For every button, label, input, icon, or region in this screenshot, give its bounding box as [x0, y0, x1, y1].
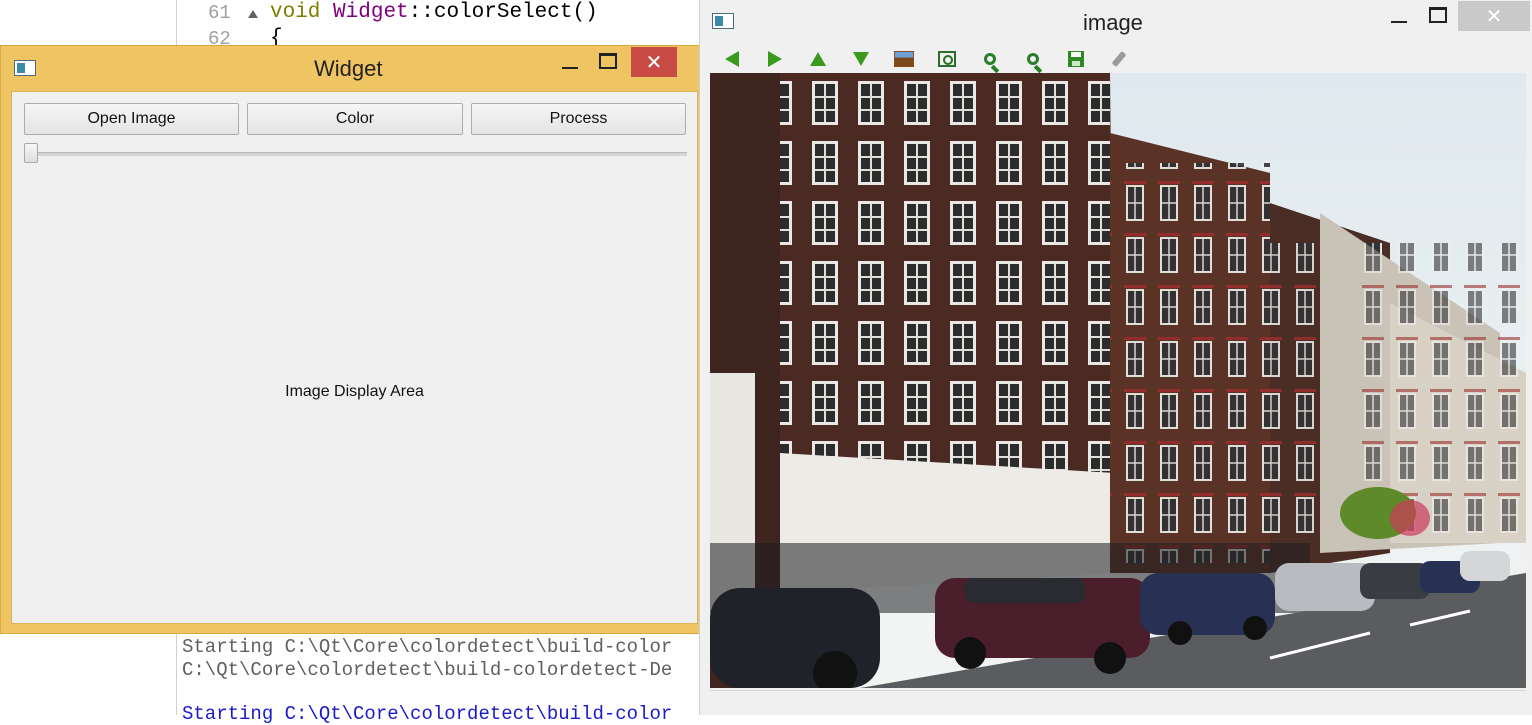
slider-track[interactable] — [24, 152, 687, 156]
image-display-area: Image Display Area — [12, 182, 697, 602]
output-line: Starting C:\Qt\Core\colordetect\build-co… — [182, 703, 673, 725]
app-icon — [712, 13, 734, 29]
street-photo-image — [710, 73, 1526, 688]
status-bar — [710, 690, 1526, 709]
picture-icon[interactable] — [882, 46, 925, 72]
zoom-in-icon[interactable] — [968, 46, 1011, 72]
image-toolbar — [710, 46, 1140, 72]
widget-window: Widget ✕ Open Image Color Process Image … — [0, 45, 708, 634]
maximize-button[interactable] — [585, 46, 631, 76]
widget-titlebar[interactable]: Widget ✕ — [1, 46, 707, 90]
arrow-down-icon[interactable] — [839, 46, 882, 72]
output-line: Starting C:\Qt\Core\colordetect\build-co… — [182, 636, 673, 658]
arrow-left-icon[interactable] — [710, 46, 753, 72]
zoom-fit-icon[interactable] — [925, 46, 968, 72]
code-class-name: Widget — [333, 1, 409, 24]
slider-handle[interactable] — [24, 143, 38, 163]
app-icon — [14, 60, 36, 76]
code-line-61[interactable]: void Widget::colorSelect() — [270, 1, 598, 24]
save-icon[interactable] — [1054, 46, 1097, 72]
image-window: image ✕ — [699, 0, 1532, 715]
window-title: Widget — [314, 56, 383, 81]
brush-icon[interactable] — [1097, 46, 1140, 72]
display-area-label: Image Display Area — [285, 383, 424, 400]
arrow-up-icon[interactable] — [796, 46, 839, 72]
process-button[interactable]: Process — [471, 103, 686, 135]
open-image-button[interactable]: Open Image — [24, 103, 239, 135]
fold-arrow-icon[interactable] — [248, 10, 258, 18]
code-keyword: void — [270, 1, 321, 24]
close-button[interactable]: ✕ — [1458, 1, 1530, 31]
maximize-button[interactable] — [1415, 0, 1461, 30]
color-button[interactable]: Color — [247, 103, 463, 135]
arrow-right-icon[interactable] — [753, 46, 796, 72]
output-line: C:\Qt\Core\colordetect\build-colordetect… — [182, 659, 673, 681]
widget-client-area: Open Image Color Process Image Display A… — [11, 91, 698, 624]
street-photo — [710, 73, 1526, 688]
window-title: image — [1083, 10, 1143, 35]
zoom-out-icon[interactable] — [1011, 46, 1054, 72]
code-rest: ::colorSelect() — [408, 1, 598, 24]
image-titlebar[interactable]: image ✕ — [700, 0, 1532, 44]
close-button[interactable]: ✕ — [631, 47, 677, 77]
line-number: 61 — [208, 2, 231, 24]
